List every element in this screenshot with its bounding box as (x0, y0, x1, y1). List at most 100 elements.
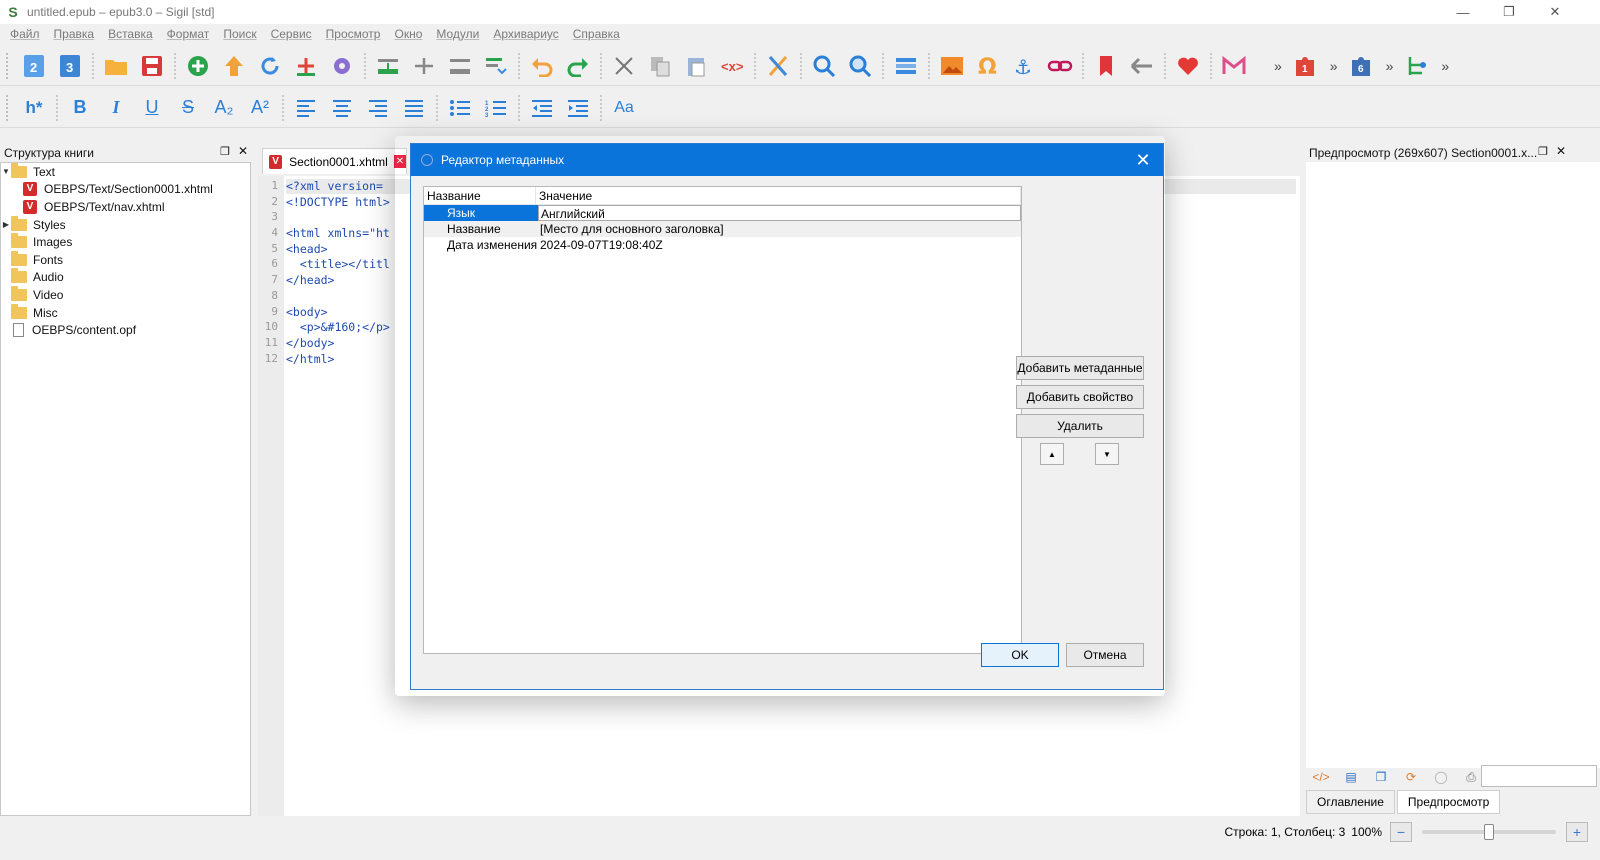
metadata-row-language[interactable]: Язык Английский (424, 205, 1021, 221)
strikethrough-button[interactable]: S (173, 93, 203, 123)
tree-item-video[interactable]: Video (1, 285, 250, 304)
disabled-icon[interactable]: ◯ (1430, 768, 1452, 786)
code-tag-icon[interactable]: <x> (717, 51, 747, 81)
float-panel-icon[interactable]: ❐ (220, 145, 230, 158)
align-center-icon[interactable] (327, 93, 357, 123)
align-justify-icon[interactable] (399, 93, 429, 123)
bold-button[interactable]: B (65, 93, 95, 123)
toolbar-grip[interactable] (6, 52, 10, 79)
menu-search[interactable]: Поиск (223, 27, 256, 41)
cancel-button[interactable]: Отмена (1066, 643, 1144, 667)
inspect-icon[interactable]: ▤ (1340, 768, 1362, 786)
tree-item-audio[interactable]: Audio (1, 268, 250, 287)
copy-icon[interactable] (645, 51, 675, 81)
find-replace-icon[interactable] (845, 51, 875, 81)
tree-icon[interactable] (1402, 51, 1432, 81)
tree-item-text[interactable]: ▼ Text (1, 162, 250, 181)
split-icon[interactable] (409, 51, 439, 81)
tree-item-misc[interactable]: Misc (1, 303, 250, 322)
open-folder-icon[interactable] (101, 51, 131, 81)
insert-before-icon[interactable] (373, 51, 403, 81)
close-window-button[interactable]: ✕ (1532, 0, 1578, 24)
tree-item-styles[interactable]: ▶ Styles (1, 215, 250, 234)
refresh-icon[interactable]: ⟳ (1400, 768, 1422, 786)
copy-preview-icon[interactable]: ❐ (1370, 768, 1392, 786)
back-arrow-icon[interactable] (1127, 51, 1157, 81)
superscript-button[interactable]: A² (245, 93, 275, 123)
menu-checkpoints[interactable]: Архивариус (493, 27, 558, 41)
zoom-in-button[interactable]: + (1566, 822, 1588, 842)
save-icon[interactable] (137, 51, 167, 81)
tree-item-nav[interactable]: V OEBPS/Text/nav.xhtml (1, 198, 250, 216)
link-icon[interactable] (1045, 51, 1075, 81)
gmail-icon[interactable] (1219, 51, 1249, 81)
heading-button[interactable]: h* (19, 93, 49, 123)
menu-window[interactable]: Окно (394, 27, 422, 41)
tree-item-content-opf[interactable]: OEBPS/content.opf (1, 321, 250, 339)
preview-view[interactable] (1306, 162, 1600, 768)
ok-button[interactable]: OK (981, 643, 1059, 667)
zoom-slider[interactable] (1422, 824, 1556, 840)
zoom-slider-thumb[interactable] (1484, 824, 1494, 840)
merge-icon[interactable] (445, 51, 475, 81)
menu-edit[interactable]: Правка (54, 27, 95, 41)
tree-item-fonts[interactable]: Fonts (1, 250, 250, 269)
expanded-arrow-icon[interactable]: ▼ (1, 167, 11, 176)
float-panel-icon[interactable]: ❐ (1538, 145, 1548, 158)
metadata-value[interactable]: Английский (538, 205, 1021, 221)
print-icon[interactable]: ⎙ (1460, 768, 1482, 786)
toolbar-overflow-3[interactable]: » (1386, 58, 1394, 74)
column-header-value[interactable]: Значение (536, 187, 1021, 204)
tree-item-section0001[interactable]: V OEBPS/Text/Section0001.xhtml (1, 181, 250, 199)
column-header-name[interactable]: Название (424, 187, 536, 204)
bookmark-icon[interactable] (1091, 51, 1121, 81)
redo-icon[interactable] (563, 51, 593, 81)
menu-insert[interactable]: Вставка (108, 27, 153, 41)
subscript-button[interactable]: A₂ (209, 93, 239, 123)
paste-icon[interactable] (681, 51, 711, 81)
menu-help[interactable]: Справка (573, 27, 620, 41)
close-dialog-icon[interactable]: ✕ (1133, 150, 1153, 170)
menu-file[interactable]: Файл (10, 27, 40, 41)
epub2-icon[interactable]: 2 (19, 51, 49, 81)
tab-preview[interactable]: Предпросмотр (1396, 790, 1501, 814)
tab-section0001[interactable]: V Section0001.xhtml ✕ (262, 148, 407, 174)
text-case-button[interactable]: Aa (609, 93, 639, 123)
delete-button[interactable]: Удалить (1016, 414, 1144, 438)
close-panel-icon[interactable]: ✕ (1556, 144, 1566, 158)
upload-icon[interactable] (219, 51, 249, 81)
toolbar-grip[interactable] (6, 94, 10, 121)
metadata-icon[interactable] (891, 51, 921, 81)
menu-plugins[interactable]: Модули (436, 27, 479, 41)
image-icon[interactable] (937, 51, 967, 81)
metadata-value[interactable]: 2024-09-07T19:08:40Z (538, 237, 1021, 253)
menu-tools[interactable]: Сервис (271, 27, 312, 41)
heart-icon[interactable] (1173, 51, 1203, 81)
indent-icon[interactable] (563, 93, 593, 123)
zoom-out-button[interactable]: − (1390, 822, 1412, 842)
numbered-list-icon[interactable]: 123 (481, 93, 511, 123)
toolbar-overflow-2[interactable]: » (1330, 58, 1338, 74)
outdent-icon[interactable] (527, 93, 557, 123)
find-icon[interactable] (809, 51, 839, 81)
tab-toc[interactable]: Оглавление (1306, 790, 1395, 814)
cut-icon[interactable] (609, 51, 639, 81)
bullet-list-icon[interactable] (445, 93, 475, 123)
toolbar-overflow-4[interactable]: » (1441, 58, 1449, 74)
menu-view[interactable]: Просмотр (326, 27, 381, 41)
settings-icon[interactable] (327, 51, 357, 81)
tree-item-images[interactable]: Images (1, 233, 250, 251)
add-file-icon[interactable] (183, 51, 213, 81)
close-panel-icon[interactable]: ✕ (238, 144, 248, 158)
epub3-icon[interactable]: 3 (55, 51, 85, 81)
add-property-button[interactable]: Добавить свойство (1016, 385, 1144, 409)
collapsed-arrow-icon[interactable]: ▶ (1, 220, 11, 229)
code-view-icon[interactable]: </> (1310, 768, 1332, 786)
anchor-icon[interactable]: ⚓ (1009, 51, 1039, 81)
toc-icon[interactable] (481, 51, 511, 81)
omega-icon[interactable]: Ω (973, 51, 1003, 81)
add-existing-icon[interactable] (291, 51, 321, 81)
metadata-row-title[interactable]: Название [Место для основного заголовка] (424, 221, 1021, 237)
preview-search-input[interactable] (1481, 765, 1597, 787)
toolbar-overflow-1[interactable]: » (1274, 58, 1282, 74)
